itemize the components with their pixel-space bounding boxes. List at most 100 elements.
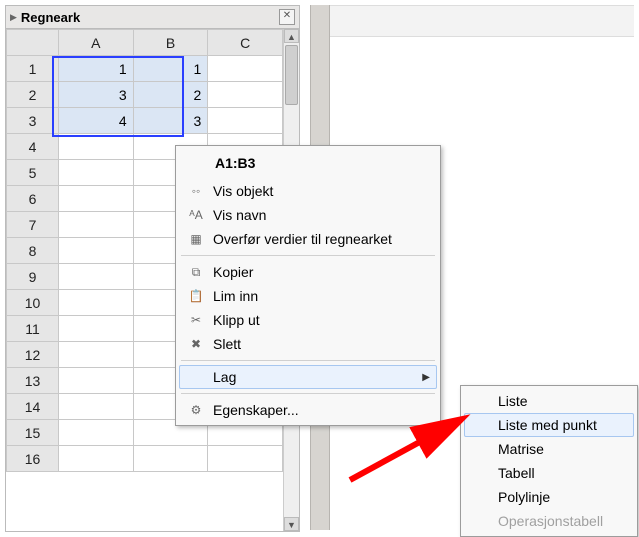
cell[interactable]: [208, 82, 283, 108]
gear-icon: ⚙: [185, 401, 207, 419]
blank-icon: [470, 464, 492, 482]
column-header[interactable]: B: [133, 30, 208, 56]
collapse-triangle-icon[interactable]: ▶: [10, 12, 17, 23]
context-menu-item-label: Egenskaper...: [213, 402, 299, 418]
context-menu-item[interactable]: ◦◦ Vis objekt: [179, 179, 437, 203]
menu-separator: [181, 360, 435, 361]
row-header[interactable]: 15: [7, 420, 59, 446]
cell[interactable]: [59, 394, 134, 420]
context-menu: A1:B3 ◦◦ Vis objekt ᴬA Vis navn ▦ Overfør ver…: [175, 145, 441, 426]
context-submenu-item[interactable]: Polylinje: [464, 485, 634, 509]
row-header[interactable]: 1: [7, 56, 59, 82]
row-header[interactable]: 10: [7, 290, 59, 316]
paste-icon: 📋: [185, 287, 207, 305]
context-menu-header: A1:B3: [179, 149, 437, 179]
context-menu-item-label: Klipp ut: [213, 312, 260, 328]
blank-icon: [470, 416, 492, 434]
panel-titlebar: ▶ Regneark ✕: [6, 6, 299, 29]
cell[interactable]: [59, 446, 134, 472]
row-header[interactable]: 7: [7, 212, 59, 238]
row-header[interactable]: 14: [7, 394, 59, 420]
context-submenu-item-label: Liste med punkt: [498, 417, 597, 433]
cell[interactable]: [59, 342, 134, 368]
row-header[interactable]: 4: [7, 134, 59, 160]
context-menu-item-label: Lim inn: [213, 288, 258, 304]
row-header[interactable]: 6: [7, 186, 59, 212]
cell[interactable]: 1: [59, 56, 134, 82]
circles-icon: ◦◦: [185, 182, 207, 200]
context-menu-item[interactable]: 📋 Lim inn: [179, 284, 437, 308]
row-header[interactable]: 11: [7, 316, 59, 342]
scroll-thumb[interactable]: [285, 45, 298, 105]
column-header[interactable]: A: [59, 30, 134, 56]
cell[interactable]: [59, 212, 134, 238]
context-menu-item-label: Overfør verdier til regnearket: [213, 231, 392, 247]
context-menu-item[interactable]: ⧉Kopier: [179, 260, 437, 284]
context-submenu-item-label: Matrise: [498, 441, 544, 457]
context-submenu-item[interactable]: Tabell: [464, 461, 634, 485]
submenu-arrow-icon: ▶: [422, 372, 430, 383]
cell[interactable]: [59, 238, 134, 264]
cell[interactable]: [59, 420, 134, 446]
context-submenu-item-label: Polylinje: [498, 489, 550, 505]
cell[interactable]: [208, 56, 283, 82]
context-menu-item-label: Slett: [213, 336, 241, 352]
context-menu-item[interactable]: ▦ Overfør verdier til regnearket: [179, 227, 437, 251]
context-submenu: Liste Liste med punkt Matrise Tabell Polylin…: [460, 385, 638, 537]
blank-icon: [185, 368, 207, 386]
close-icon[interactable]: ✕: [279, 9, 295, 25]
row-header[interactable]: 9: [7, 264, 59, 290]
menu-separator: [181, 393, 435, 394]
corner-cell[interactable]: [7, 30, 59, 56]
context-menu-item-label: Vis navn: [213, 207, 266, 223]
cell[interactable]: [59, 186, 134, 212]
cell[interactable]: [59, 290, 134, 316]
row-header[interactable]: 5: [7, 160, 59, 186]
cell[interactable]: [208, 108, 283, 134]
row-header[interactable]: 16: [7, 446, 59, 472]
menu-separator: [181, 255, 435, 256]
cell[interactable]: 1: [133, 56, 208, 82]
panel-title: Regneark: [21, 10, 279, 25]
context-menu-item-label: Lag: [213, 369, 236, 385]
cell[interactable]: 2: [133, 82, 208, 108]
cell[interactable]: [59, 368, 134, 394]
aa-icon: ᴬA: [185, 206, 207, 224]
row-header[interactable]: 13: [7, 368, 59, 394]
scroll-down-icon[interactable]: ▼: [284, 517, 299, 531]
grid-icon: ▦: [185, 230, 207, 248]
context-menu-item[interactable]: ⚙ Egenskaper...: [179, 398, 437, 422]
cell[interactable]: 3: [59, 82, 134, 108]
row-header[interactable]: 3: [7, 108, 59, 134]
context-menu-item-label: Kopier: [213, 264, 253, 280]
context-menu-item[interactable]: ✂ Klipp ut: [179, 308, 437, 332]
cell[interactable]: [133, 446, 208, 472]
blank-icon: [470, 392, 492, 410]
context-menu-item[interactable]: Lag ▶: [179, 365, 437, 389]
cell[interactable]: 4: [59, 108, 134, 134]
blank-icon: [470, 512, 492, 530]
row-header[interactable]: 8: [7, 238, 59, 264]
column-header[interactable]: C: [208, 30, 283, 56]
context-menu-item-label: Vis objekt: [213, 183, 273, 199]
context-menu-item[interactable]: ✖ Slett: [179, 332, 437, 356]
context-submenu-item[interactable]: Liste: [464, 389, 634, 413]
cell[interactable]: [208, 446, 283, 472]
cell[interactable]: [59, 134, 134, 160]
blank-icon: [470, 488, 492, 506]
row-header[interactable]: 2: [7, 82, 59, 108]
context-menu-item[interactable]: ᴬA Vis navn: [179, 203, 437, 227]
context-submenu-item-label: Liste: [498, 393, 528, 409]
row-header[interactable]: 12: [7, 342, 59, 368]
cell[interactable]: [59, 316, 134, 342]
delete-icon: ✖: [185, 335, 207, 353]
cell[interactable]: [59, 264, 134, 290]
cell[interactable]: [59, 160, 134, 186]
context-submenu-item[interactable]: Matrise: [464, 437, 634, 461]
scroll-up-icon[interactable]: ▲: [284, 29, 299, 43]
context-submenu-item: Operasjonstabell: [464, 509, 634, 533]
cut-icon: ✂: [185, 311, 207, 329]
cell[interactable]: 3: [133, 108, 208, 134]
blank-icon: [470, 440, 492, 458]
context-submenu-item[interactable]: Liste med punkt: [464, 413, 634, 437]
